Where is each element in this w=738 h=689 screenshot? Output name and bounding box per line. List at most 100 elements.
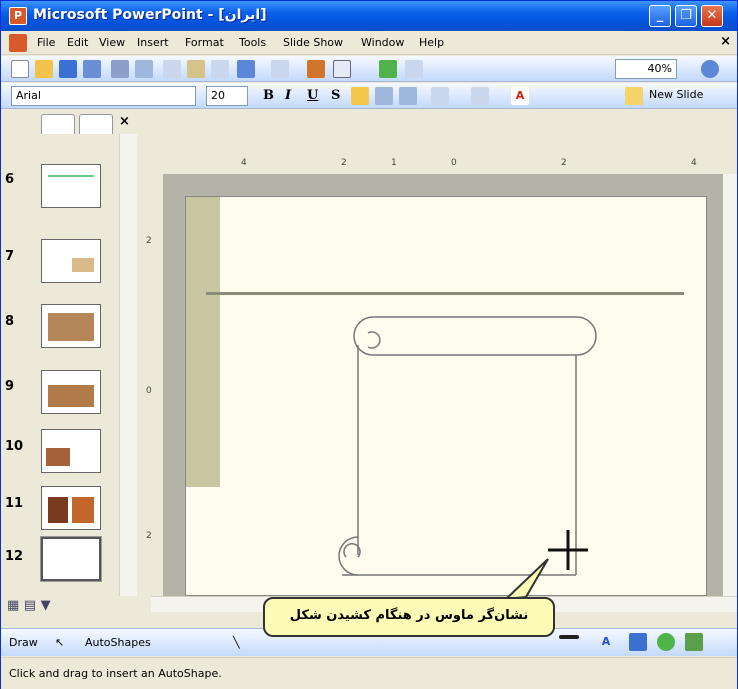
status-text: Click and drag to insert an AutoShape. [9, 667, 222, 680]
close-button[interactable]: ✕ [701, 5, 723, 27]
slide-thumbnail-12[interactable] [41, 537, 101, 581]
pane-tabs: × [1, 110, 151, 134]
slide-thumbnail-9[interactable] [41, 370, 101, 414]
bold-button[interactable]: B [263, 88, 274, 103]
font-color-icon[interactable]: A [597, 633, 615, 651]
slide-thumbnail-11[interactable] [41, 486, 101, 530]
menu-edit[interactable]: Edit [67, 36, 88, 49]
slide-number: 6 [5, 172, 15, 187]
format-painter-icon[interactable] [211, 60, 229, 78]
grayscale-icon[interactable] [405, 60, 423, 78]
window-title: Microsoft PowerPoint - [ایران] [33, 7, 267, 23]
title-bar[interactable]: P Microsoft PowerPoint - [ایران] _ ❐ ✕ [1, 1, 737, 31]
draw-menu[interactable]: Draw [9, 636, 38, 649]
undo-icon[interactable] [237, 60, 255, 78]
annotation-callout: نشان‌گر ماوس در هنگام کشیدن شکل [263, 597, 555, 637]
scroll-autoshape[interactable] [186, 197, 708, 597]
ruler-h-label: 2 [561, 158, 567, 168]
new-icon[interactable] [11, 60, 29, 78]
numbering-icon[interactable] [431, 87, 449, 105]
standard-toolbar: 40% [1, 56, 737, 82]
thumbnails-scrollbar[interactable] [119, 134, 137, 596]
menu-slide-show[interactable]: Slide Show [283, 36, 343, 49]
align-left-icon[interactable] [351, 87, 369, 105]
new-slide-button[interactable]: New Slide [649, 88, 703, 101]
powerpoint-window: P Microsoft PowerPoint - [ایران] _ ❐ ✕ F… [0, 0, 738, 689]
print-icon[interactable] [111, 60, 129, 78]
zoom-select[interactable]: 40% [615, 59, 677, 79]
menu-tools[interactable]: Tools [239, 36, 266, 49]
slide-number: 11 [5, 496, 24, 511]
font-color-icon[interactable]: A [511, 87, 529, 105]
line-color-icon[interactable] [559, 635, 579, 639]
slide-thumbnail-7[interactable] [41, 239, 101, 283]
close-icon: ✕ [706, 8, 718, 23]
powerpoint-app-icon[interactable]: P [9, 7, 27, 25]
slide-number: 9 [5, 379, 15, 394]
align-right-icon[interactable] [399, 87, 417, 105]
save-icon[interactable] [59, 60, 77, 78]
slide-vertical-scrollbar[interactable] [723, 174, 737, 596]
close-pane-icon[interactable]: × [119, 114, 130, 129]
callout-text: نشان‌گر ماوس در هنگام کشیدن شکل [289, 608, 529, 623]
menu-insert[interactable]: Insert [137, 36, 169, 49]
select-objects-icon[interactable]: ↖ [55, 636, 64, 649]
help-icon[interactable] [701, 60, 719, 78]
italic-button[interactable]: I [285, 88, 291, 103]
chart-icon[interactable] [307, 60, 325, 78]
tab-outline[interactable] [41, 114, 75, 134]
slide-number: 7 [5, 249, 15, 264]
table-icon[interactable] [333, 60, 351, 78]
permission-icon[interactable] [83, 60, 101, 78]
spelling-icon[interactable] [135, 60, 153, 78]
status-bar: Click and drag to insert an AutoShape. [1, 657, 737, 689]
ruler-h-label: 2 [341, 158, 347, 168]
new-slide-icon[interactable] [625, 87, 643, 105]
indent-icon[interactable] [471, 87, 489, 105]
menu-view[interactable]: View [99, 36, 125, 49]
slide-thumbnail-10[interactable] [41, 429, 101, 473]
menu-format[interactable]: Format [185, 36, 224, 49]
minimize-button[interactable]: _ [649, 5, 671, 27]
ruler-v-label: 0 [146, 386, 152, 396]
slide-number: 12 [5, 549, 24, 564]
ruler-h-label: 0 [451, 158, 457, 168]
menu-bar: File Edit View Insert Format Tools Slide… [1, 31, 737, 55]
shadow-button[interactable]: S [331, 88, 340, 103]
cut-icon[interactable] [163, 60, 181, 78]
maximize-button[interactable]: ❐ [675, 5, 697, 27]
3d-style-icon[interactable] [685, 633, 703, 651]
close-document-icon[interactable]: × [720, 34, 731, 49]
menu-window[interactable]: Window [361, 36, 404, 49]
open-icon[interactable] [35, 60, 53, 78]
document-icon[interactable] [9, 34, 27, 52]
slide-thumbnail-6[interactable] [41, 164, 101, 208]
slide-thumbnail-8[interactable] [41, 304, 101, 348]
ruler-v-label: 2 [146, 531, 152, 541]
minimize-icon: _ [656, 8, 664, 23]
menu-help[interactable]: Help [419, 36, 444, 49]
autoshapes-menu[interactable]: AutoShapes [85, 636, 151, 649]
view-buttons[interactable]: ▦ ▤ ▼ [7, 598, 51, 613]
font-select[interactable]: Arial [11, 86, 196, 106]
slide-number: 8 [5, 314, 15, 329]
formatting-toolbar: Arial 20 B I U S A New Slide [1, 83, 737, 109]
redo-icon[interactable] [271, 60, 289, 78]
ruler-h-label: 1 [391, 158, 397, 168]
ruler-h-label: 4 [691, 158, 697, 168]
current-slide[interactable] [185, 196, 707, 596]
horizontal-ruler: 4 2 0 2 4 1 [151, 156, 737, 174]
shadow-style-icon[interactable] [657, 633, 675, 651]
underline-button[interactable]: U [307, 88, 318, 103]
vertical-ruler: 2 0 2 [142, 176, 162, 596]
align-center-icon[interactable] [375, 87, 393, 105]
slide-editing-area[interactable] [163, 174, 723, 596]
ruler-h-label: 4 [241, 158, 247, 168]
line-style-icon[interactable] [629, 633, 647, 651]
font-size-select[interactable]: 20 [206, 86, 248, 106]
menu-file[interactable]: File [37, 36, 55, 49]
tab-slides[interactable] [79, 114, 113, 134]
line-icon[interactable]: ╲ [233, 636, 240, 649]
insert-picture-icon[interactable] [379, 60, 397, 78]
copy-icon[interactable] [187, 60, 205, 78]
